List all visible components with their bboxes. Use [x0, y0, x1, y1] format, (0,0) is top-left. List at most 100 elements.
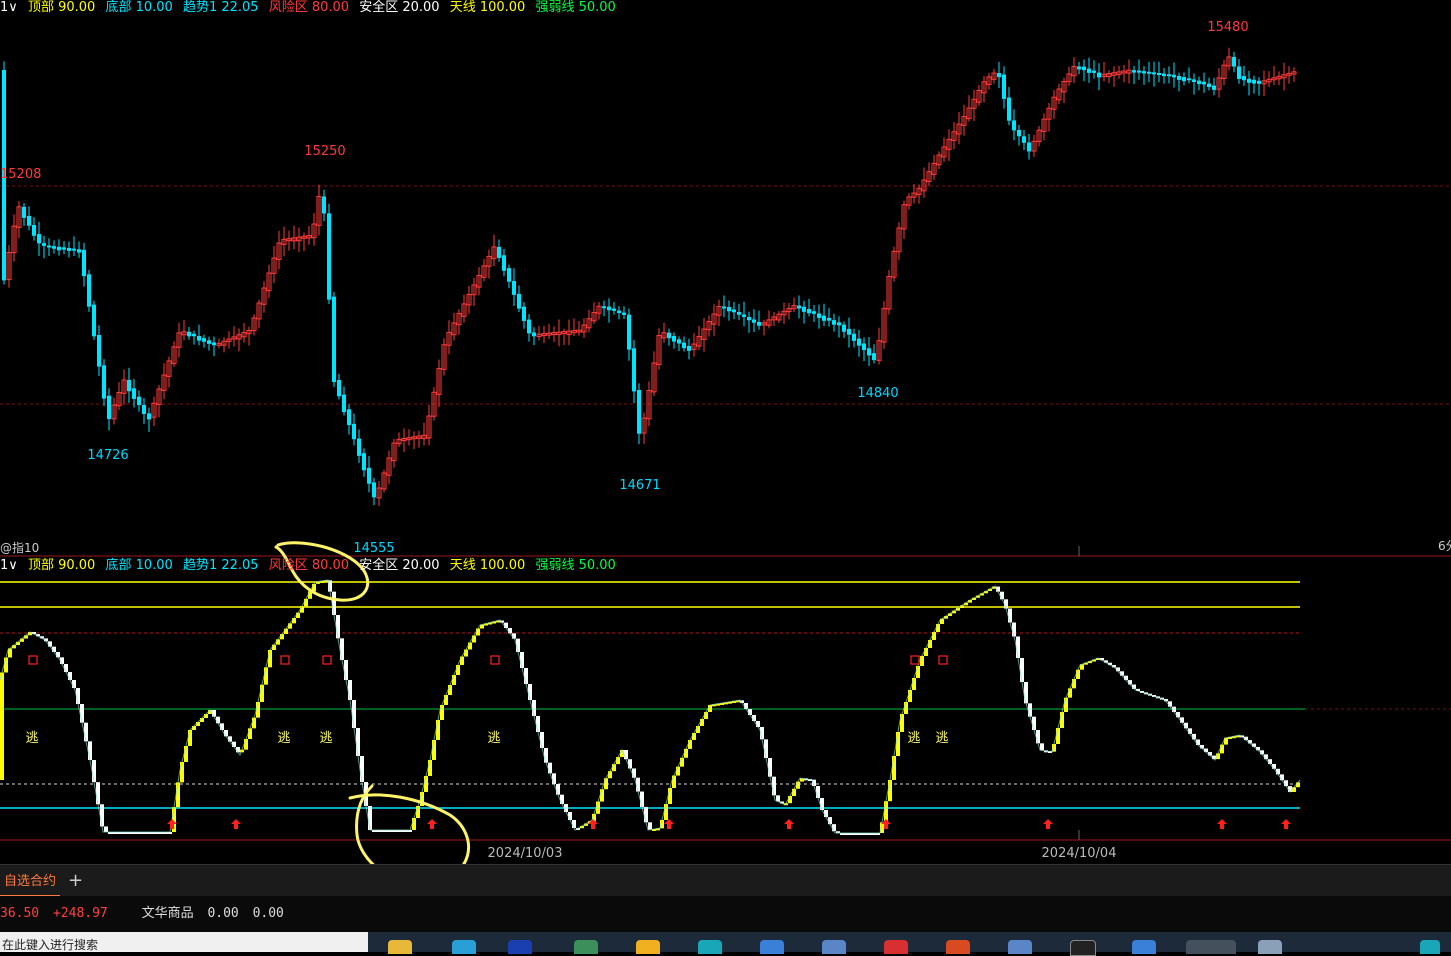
osc-bar	[180, 762, 184, 783]
candle-body	[667, 332, 671, 339]
candle-body	[817, 313, 821, 318]
candle-body	[732, 309, 736, 313]
candle-body	[42, 243, 46, 246]
osc-bar	[444, 695, 448, 705]
osc-bar	[560, 794, 564, 804]
osc-bar	[216, 716, 220, 724]
candle-body	[102, 365, 106, 399]
legend-item: 1∨	[0, 0, 18, 15]
candle-body	[867, 348, 871, 356]
candle-body	[682, 342, 686, 349]
candle-body	[677, 339, 681, 344]
osc-bar	[816, 786, 820, 798]
osc-bar	[764, 739, 768, 758]
osc-bar	[1032, 716, 1036, 730]
escape-signal-label: 逃	[25, 731, 38, 746]
osc-bar	[536, 716, 540, 732]
legend-item: 1∨	[0, 558, 18, 573]
osc-bar	[936, 624, 940, 632]
osc-bar	[464, 649, 468, 657]
candle-body	[32, 225, 36, 236]
signal-box-icon	[280, 655, 290, 665]
osc-bar	[452, 675, 456, 685]
osc-bar	[908, 690, 912, 702]
candle-body	[1092, 70, 1096, 73]
quote-price: 36.50	[0, 906, 40, 921]
osc-bar	[692, 733, 696, 740]
candle-body	[352, 423, 356, 440]
candle-body	[77, 249, 81, 253]
candle-body	[797, 305, 801, 309]
candle-body	[1147, 71, 1151, 74]
candle-body	[827, 317, 831, 321]
osc-bar	[668, 788, 672, 804]
osc-bar	[1008, 608, 1012, 623]
osc-bar	[688, 740, 692, 749]
candle-body	[1152, 72, 1156, 75]
osc-bar	[64, 664, 68, 672]
osc-bar	[624, 750, 628, 760]
osc-bar	[1036, 730, 1040, 744]
candle-body	[687, 346, 691, 351]
osc-bar	[332, 591, 336, 615]
candle-body	[862, 343, 866, 351]
candle-body	[87, 274, 91, 307]
osc-bar	[360, 756, 364, 782]
chart-canvas[interactable]: 15208152501548014726145551467114840 逃逃逃逃…	[0, 0, 1451, 864]
candle-body	[672, 336, 676, 342]
app-icon[interactable]	[1070, 940, 1096, 956]
osc-bar	[188, 730, 192, 746]
candle-body	[127, 380, 131, 392]
candle-body	[27, 215, 31, 226]
candle-body	[522, 306, 526, 321]
osc-bar	[260, 684, 264, 702]
osc-bar	[212, 710, 216, 717]
candle-body	[872, 353, 876, 361]
osc-bar	[572, 820, 576, 828]
osc-bar	[628, 759, 632, 769]
add-tab-button[interactable]: +	[68, 869, 83, 893]
tab-watchlist[interactable]: 自选合约	[0, 869, 61, 897]
candle-body	[72, 248, 76, 251]
candle-body	[1077, 66, 1081, 70]
legend-item: 安全区 20.00	[359, 0, 440, 15]
candle-body	[147, 413, 151, 420]
candle-body	[847, 328, 851, 335]
time-axis-label: 2024/10/04	[1042, 846, 1117, 861]
candle-body	[507, 268, 511, 282]
osc-bar	[520, 652, 524, 668]
osc-bar	[600, 789, 604, 802]
signal-box-icon	[910, 655, 920, 665]
candle-body	[207, 340, 211, 344]
candle-body	[1137, 70, 1141, 73]
candle-body	[1002, 74, 1006, 99]
osc-bar	[708, 705, 712, 712]
escape-signal-label: 逃	[487, 731, 500, 746]
buy-arrow-icon	[588, 819, 598, 829]
escape-signal-label: 逃	[935, 731, 948, 746]
taskbar-search-input[interactable]: 在此键入进行搜索	[0, 932, 368, 952]
candle-body	[502, 255, 506, 271]
candle-body	[752, 319, 756, 323]
candle-body	[612, 308, 616, 311]
osc-bar	[828, 817, 832, 825]
osc-bar	[456, 665, 460, 675]
osc-bar	[436, 720, 440, 740]
candle-body	[842, 324, 846, 332]
index-name[interactable]: 文华商品	[142, 906, 194, 921]
osc-bar	[1000, 591, 1004, 600]
osc-bar	[264, 667, 268, 685]
osc-bar	[788, 796, 792, 804]
osc-bar	[344, 660, 348, 680]
osc-bar	[824, 810, 828, 818]
osc-bar	[704, 712, 708, 719]
legend-item: 底部 10.00	[105, 0, 173, 15]
candle-body	[1007, 97, 1011, 121]
signal-box-icon	[490, 655, 500, 665]
candle-body	[737, 312, 741, 315]
osc-bar	[424, 776, 428, 792]
candle-body	[327, 213, 331, 300]
osc-bar	[348, 680, 352, 700]
osc-bar	[96, 782, 100, 805]
price-label: 14726	[87, 448, 128, 463]
